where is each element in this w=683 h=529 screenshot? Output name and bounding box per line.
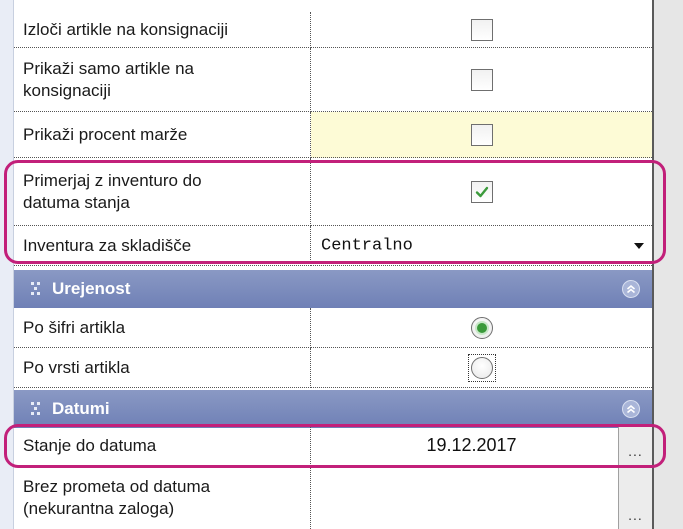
show-only-consignment-checkbox[interactable] bbox=[470, 68, 493, 91]
row-label: Po vrsti artikla bbox=[14, 348, 311, 388]
row-label: Inventura za skladišče bbox=[14, 226, 311, 266]
row-show-margin-percent: Prikaži procent marže bbox=[14, 112, 652, 158]
value-cell bbox=[311, 158, 652, 226]
row-sort-by-code: Po šifri artikla bbox=[14, 308, 652, 348]
sort-by-code-radio[interactable] bbox=[470, 316, 493, 339]
exclude-consignment-checkbox[interactable] bbox=[470, 18, 493, 41]
value-cell bbox=[311, 12, 652, 48]
collapse-chevron-icon[interactable] bbox=[622, 400, 640, 418]
row-show-only-consignment: Prikaži samo artikle na konsignaciji bbox=[14, 48, 652, 112]
stock-date-field[interactable]: 19.12.2017 ... bbox=[311, 426, 652, 466]
value-cell bbox=[311, 308, 652, 348]
check-icon bbox=[475, 186, 488, 197]
row-inventory-warehouse: Inventura za skladišče Centralno bbox=[14, 226, 652, 266]
sort-by-type-radio[interactable] bbox=[470, 356, 493, 379]
row-stock-date: Stanje do datuma 19.12.2017 ... bbox=[14, 426, 652, 466]
row-label: Primerjaj z inventuro do datuma stanja bbox=[14, 158, 311, 226]
row-no-turnover-date: Brez prometa od datuma (nekurantna zalog… bbox=[14, 466, 652, 529]
section-header-urejenost[interactable]: Urejenost bbox=[14, 270, 652, 308]
stock-date-value: 19.12.2017 bbox=[426, 435, 517, 455]
grip-icon bbox=[31, 282, 40, 295]
section-title: Datumi bbox=[52, 399, 110, 418]
collapse-chevron-icon[interactable] bbox=[622, 280, 640, 298]
dropdown-arrow-icon[interactable] bbox=[632, 241, 646, 251]
warehouse-value: Centralno bbox=[321, 236, 413, 255]
value-cell bbox=[311, 348, 652, 388]
section-header-datumi[interactable]: Datumi bbox=[14, 390, 652, 428]
row-label: Po šifri artikla bbox=[14, 308, 311, 348]
row-label: Brez prometa od datuma (nekurantna zalog… bbox=[14, 466, 311, 529]
row-label: Prikaži procent marže bbox=[14, 112, 311, 158]
left-gutter bbox=[0, 0, 14, 529]
no-turnover-date-picker-button[interactable]: ... bbox=[618, 466, 652, 529]
row-compare-inventory: Primerjaj z inventuro do datuma stanja bbox=[14, 158, 652, 226]
grip-icon bbox=[31, 402, 40, 415]
value-cell bbox=[311, 112, 652, 158]
stock-date-picker-button[interactable]: ... bbox=[618, 426, 652, 465]
radio-selected-dot bbox=[476, 322, 487, 333]
show-margin-percent-checkbox[interactable] bbox=[470, 123, 493, 146]
row-label: Prikaži samo artikle na konsignaciji bbox=[14, 48, 311, 112]
no-turnover-date-field[interactable]: ... bbox=[311, 466, 652, 529]
property-panel: Izloči artikle na konsignaciji Prikaži s… bbox=[0, 0, 683, 529]
row-label: Stanje do datuma bbox=[14, 426, 311, 466]
row-sort-by-type: Po vrsti artikla bbox=[14, 348, 652, 388]
row-label: Izloči artikle na konsignaciji bbox=[14, 12, 311, 48]
compare-inventory-checkbox[interactable] bbox=[470, 180, 493, 203]
value-cell bbox=[311, 48, 652, 112]
row-exclude-consignment: Izloči artikle na konsignaciji bbox=[14, 12, 652, 48]
warehouse-combobox[interactable]: Centralno bbox=[311, 226, 652, 266]
section-title: Urejenost bbox=[52, 279, 131, 298]
right-margin bbox=[654, 0, 683, 529]
focus-rect bbox=[467, 353, 496, 382]
